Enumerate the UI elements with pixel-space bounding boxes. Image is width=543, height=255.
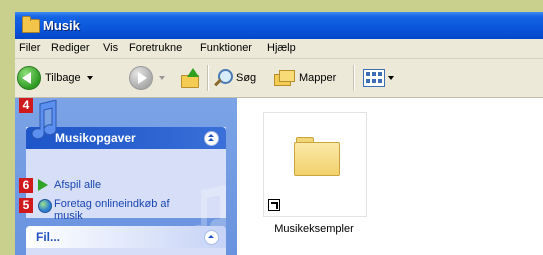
search-icon	[213, 68, 233, 88]
forward-dropdown-icon[interactable]	[159, 76, 165, 80]
explorer-window: Musik Filer Rediger Vis Foretrukne Funkt…	[15, 12, 543, 255]
search-label: Søg	[236, 72, 257, 84]
menu-funktioner[interactable]: Funktioner	[200, 42, 252, 54]
menu-vis[interactable]: Vis	[103, 42, 118, 54]
views-dropdown-icon[interactable]	[388, 76, 394, 80]
forward-arrow-icon	[129, 66, 153, 90]
folder-icon-large	[294, 135, 340, 176]
folder-icon	[22, 16, 40, 33]
menu-rediger[interactable]: Rediger	[51, 42, 90, 54]
folder-thumbnail[interactable]	[263, 112, 367, 217]
menu-hjaelp[interactable]: Hjælp	[267, 42, 296, 54]
callout-badge-5: 5	[19, 198, 33, 213]
collapse-icon[interactable]	[204, 131, 219, 146]
back-arrow-icon	[17, 66, 41, 90]
folder-label[interactable]: Musikeksempler	[263, 223, 365, 235]
play-icon	[38, 179, 48, 191]
shortcut-arrow-icon	[268, 199, 280, 211]
forward-button[interactable]	[129, 59, 165, 97]
menu-filer[interactable]: Filer	[19, 42, 40, 54]
file-tasks-panel: Fil...	[26, 226, 226, 255]
title-bar[interactable]: Musik	[15, 12, 543, 39]
toolbar: Tilbage Søg Mapper	[15, 59, 543, 98]
menu-foretrukne[interactable]: Foretrukne	[129, 42, 182, 54]
callout-badge-4: 4	[19, 98, 33, 113]
toolbar-separator	[207, 65, 209, 91]
back-button[interactable]: Tilbage	[17, 59, 93, 97]
task-link-shop-music[interactable]: Foretag onlineindkøb af musik	[54, 198, 170, 222]
views-button[interactable]	[363, 59, 394, 97]
folders-button[interactable]: Mapper	[273, 59, 336, 97]
file-tasks-title: Fil...	[36, 230, 60, 244]
up-folder-icon	[179, 67, 201, 89]
toolbar-separator-2	[353, 65, 355, 91]
folders-label: Mapper	[299, 72, 337, 84]
back-label: Tilbage	[45, 72, 81, 84]
menu-bar: Filer Rediger Vis Foretrukne Funktioner …	[15, 39, 543, 59]
music-tasks-title: Musikopgaver	[55, 131, 136, 145]
file-tasks-header[interactable]: Fil...	[26, 226, 226, 248]
task-link-shop-music-line2: musik	[54, 210, 83, 222]
expand-icon[interactable]	[204, 230, 219, 245]
file-list-area[interactable]: Musikeksempler	[237, 98, 543, 255]
search-button[interactable]: Søg	[213, 59, 256, 97]
up-folder-button[interactable]	[179, 59, 201, 97]
folders-icon	[273, 68, 295, 88]
callout-badge-6: 6	[19, 178, 33, 193]
views-icon	[363, 69, 385, 87]
back-dropdown-icon[interactable]	[86, 76, 93, 80]
task-sidebar: Musikopgaver 4 6 Afspil alle 5 Foretag o…	[15, 98, 237, 255]
window-title: Musik	[43, 18, 80, 33]
task-link-shop-music-line1: Foretag onlineindkøb af	[54, 198, 170, 210]
globe-icon	[38, 199, 52, 213]
task-link-play-all[interactable]: Afspil alle	[54, 179, 101, 191]
